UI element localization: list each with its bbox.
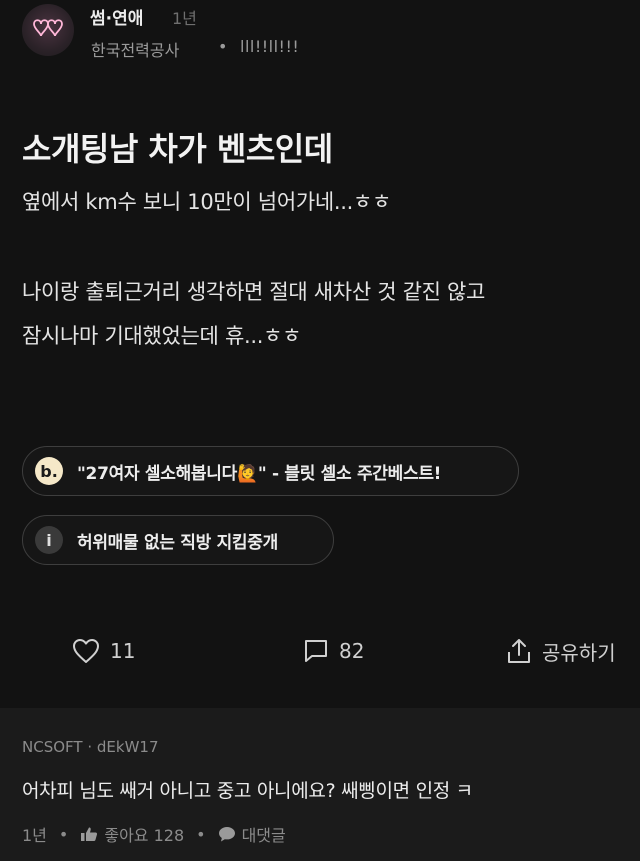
- comment-count: 82: [339, 639, 365, 663]
- heart-icon: [73, 639, 99, 663]
- comment-author-company[interactable]: NCSOFT: [22, 738, 83, 756]
- comment-like-button[interactable]: 좋아요 128: [104, 822, 184, 846]
- info-icon: i: [35, 526, 63, 554]
- post-body-line: 옆에서 km수 보니 10만이 넘어가네...ㅎㅎ: [22, 190, 392, 214]
- speech-bubble-icon: [218, 827, 235, 842]
- comment-footer: 1년 • 좋아요 128 • 대댓글: [22, 822, 286, 846]
- share-label: 공유하기: [542, 640, 616, 665]
- comment-meta: NCSOFT · dEkW17: [22, 738, 159, 756]
- author-company[interactable]: 한국전력공사: [91, 37, 179, 61]
- comment-footer-separator: •: [58, 824, 69, 844]
- comment-meta-separator: ·: [87, 738, 93, 756]
- comment-footer-separator: •: [196, 824, 206, 844]
- post-body-line: 나이랑 출퇴근거리 생각하면 절대 새차산 것 같진 않고: [22, 280, 486, 304]
- like-count: 11: [110, 639, 136, 663]
- comment-time: 1년: [22, 826, 47, 845]
- ad-link-label: 허위매물 없는 직방 지킴중개: [77, 532, 278, 553]
- hearts-icon: [33, 19, 63, 37]
- channel-avatar[interactable]: [22, 4, 74, 56]
- share-icon: [508, 639, 530, 663]
- thumbs-up-icon: [81, 827, 98, 841]
- post-card: 썸·연애 1년 한국전력공사 • lll!!ll!!! 소개팅남 차가 벤츠인데…: [0, 0, 640, 708]
- comment-button[interactable]: 82: [303, 634, 364, 668]
- like-button[interactable]: 11: [72, 634, 135, 668]
- author-nickname: lll!!ll!!!: [240, 37, 300, 56]
- comment-text: 어차피 님도 쌔거 아니고 중고 아니에요? 쌔삥이면 인정 ㅋ: [22, 780, 473, 802]
- blind-logo-icon: b.: [35, 457, 63, 485]
- share-button[interactable]: 공유하기: [506, 634, 616, 668]
- comment-item: NCSOFT · dEkW17 어차피 님도 쌔거 아니고 중고 아니에요? 쌔…: [0, 708, 640, 861]
- ad-link[interactable]: i 허위매물 없는 직방 지킴중개: [22, 515, 334, 565]
- comment-icon: [305, 640, 327, 662]
- post-title: 소개팅남 차가 벤츠인데: [22, 130, 333, 168]
- blind-promo-link[interactable]: b. "27여자 셀소해봅니다🙋" - 블릿 셀소 주간베스트!: [22, 446, 519, 496]
- comment-author-nickname: dEkW17: [96, 738, 159, 756]
- post-time: 1년: [172, 9, 197, 28]
- meta-separator: •: [218, 37, 228, 56]
- channel-name[interactable]: 썸·연애: [90, 4, 143, 29]
- reply-button[interactable]: 대댓글: [242, 822, 286, 846]
- promo-link-label: "27여자 셀소해봅니다🙋" - 블릿 셀소 주간베스트!: [77, 463, 442, 484]
- post-body-line: 잠시나마 기대했었는데 휴...ㅎㅎ: [22, 324, 302, 348]
